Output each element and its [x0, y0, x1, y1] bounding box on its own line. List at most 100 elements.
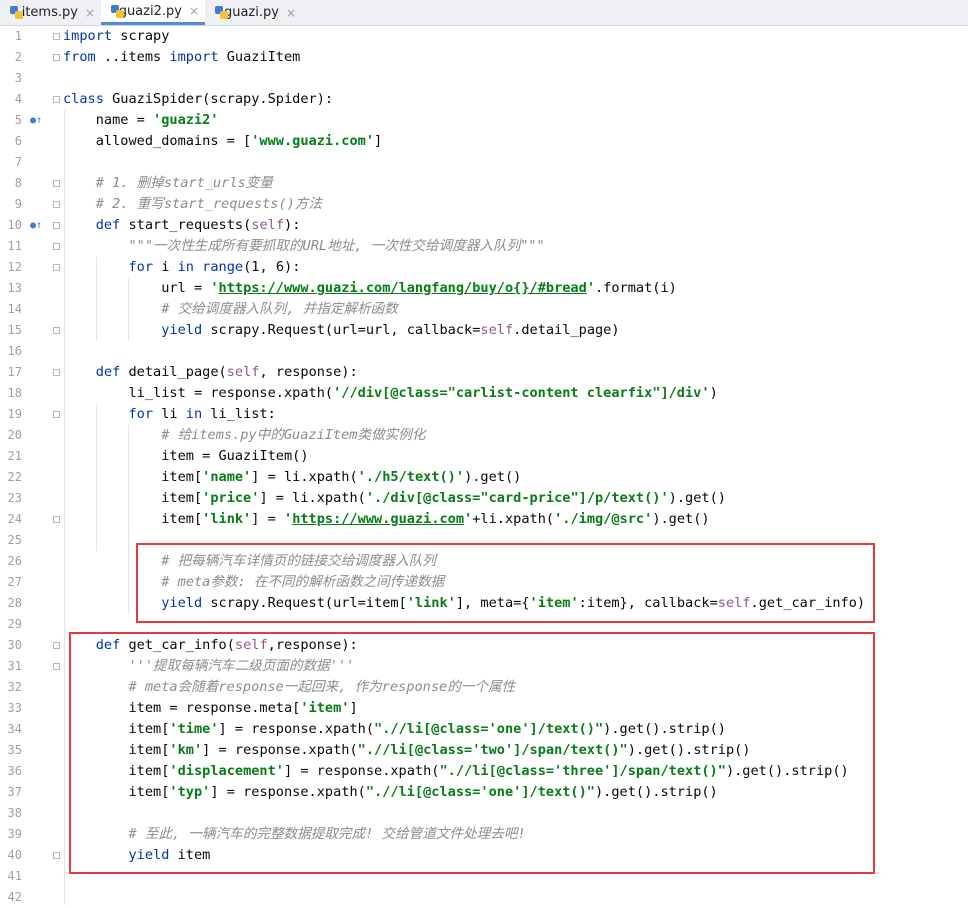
code-token: in [177, 259, 203, 275]
code-line[interactable]: item['link'] = 'https://www.guazi.com'+l… [63, 509, 709, 530]
code-token: li [161, 406, 186, 422]
code-token: self [251, 217, 285, 233]
code-line[interactable]: allowed_domains = ['www.guazi.com'] [63, 131, 382, 152]
line-number: 11 [7, 239, 22, 253]
code-token: for [128, 406, 162, 422]
code-token: item[ [63, 511, 203, 527]
code-line[interactable]: url = 'https://www.guazi.com/langfang/bu… [63, 278, 677, 299]
code-token: detail_page( [128, 364, 227, 380]
code-line[interactable]: # 给items.py中的GuaziItem类做实例化 [63, 425, 425, 446]
line-number: 19 [7, 407, 22, 421]
line-number: 8 [14, 176, 22, 190]
line-number: 26 [7, 554, 22, 568]
fold-marker-icon[interactable] [53, 54, 60, 61]
code-token: start_requests( [128, 217, 252, 233]
line-number: 33 [7, 701, 22, 715]
highlight-box-request [136, 543, 875, 623]
code-token: ] = li.xpath( [259, 490, 366, 506]
fold-marker-icon[interactable] [53, 852, 60, 859]
code-token: .detail_page) [513, 322, 620, 338]
code-token: self [480, 322, 514, 338]
fold-marker-icon[interactable] [53, 33, 60, 40]
code-line[interactable]: yield scrapy.Request(url=url, callback=s… [63, 320, 620, 341]
fold-marker-icon[interactable] [53, 180, 60, 187]
line-number: 6 [14, 134, 22, 148]
code-line[interactable]: class GuaziSpider(scrapy.Spider): [63, 89, 333, 110]
code-token: # 给items.py中的GuaziItem类做实例化 [63, 427, 426, 443]
code-token: './h5/text()' [357, 469, 465, 485]
code-token: './div[@class="card-price"]/p/text()' [365, 490, 669, 506]
line-number: 28 [7, 596, 22, 610]
code-token: for [128, 259, 162, 275]
fold-marker-icon[interactable] [53, 369, 60, 376]
code-line[interactable]: from ..items import GuaziItem [63, 47, 300, 68]
fold-marker-icon[interactable] [53, 411, 60, 418]
fold-marker-icon[interactable] [53, 642, 60, 649]
code-token: ' [210, 280, 219, 296]
tab-label: items.py [21, 5, 78, 20]
fold-marker-icon[interactable] [53, 96, 60, 103]
fold-marker-icon[interactable] [53, 264, 60, 271]
code-token: yield [161, 322, 211, 338]
code-token: from [63, 49, 104, 65]
tab-guazi-py[interactable]: guazi.py × [205, 0, 302, 25]
code-token: li_list: [210, 406, 276, 422]
code-line[interactable]: def detail_page(self, response): [63, 362, 358, 383]
code-line[interactable]: name = 'guazi2' [63, 110, 219, 131]
code-token: # 1. 删掉start_urls变量 [63, 175, 273, 191]
code-line[interactable]: # 2. 重写start_requests()方法 [63, 194, 322, 215]
code-token: item = GuaziItem() [63, 448, 309, 464]
python-file-icon [215, 6, 228, 19]
code-line[interactable]: import scrapy [63, 26, 169, 47]
line-number: 16 [7, 344, 22, 358]
line-number: 27 [7, 575, 22, 589]
close-icon[interactable]: × [286, 6, 296, 20]
tab-label: guazi2.py [118, 3, 182, 19]
code-line[interactable]: for li in li_list: [63, 404, 276, 425]
code-token: https://www.guazi.com/langfang/buy/o{}/#… [218, 280, 587, 296]
code-token: item[ [63, 469, 203, 485]
line-number: 3 [14, 71, 22, 85]
line-number: 30 [7, 638, 22, 652]
code-line[interactable]: # 1. 删掉start_urls变量 [63, 173, 273, 194]
line-number: 15 [7, 323, 22, 337]
override-marker-icon[interactable]: ●↑ [30, 215, 42, 236]
code-line[interactable]: for i in range(1, 6): [63, 257, 300, 278]
line-number: 25 [7, 533, 22, 547]
line-number: 10 [7, 218, 22, 232]
fold-marker-icon[interactable] [53, 201, 60, 208]
line-number: 32 [7, 680, 22, 694]
fold-marker-icon[interactable] [53, 222, 60, 229]
fold-marker-icon[interactable] [53, 663, 60, 670]
code-line[interactable]: def start_requests(self): [63, 215, 301, 236]
fold-marker-icon[interactable] [53, 243, 60, 250]
code-token: li_list = response.xpath( [63, 385, 334, 401]
code-line[interactable]: item['name'] = li.xpath('./h5/text()').g… [63, 467, 521, 488]
line-number: 1 [14, 29, 22, 43]
code-token: https://www.guazi.com [292, 511, 465, 527]
line-number: 13 [7, 281, 22, 295]
code-line[interactable]: """一次性生成所有要抓取的URL地址, 一次性交给调度器入队列""" [63, 236, 544, 257]
close-icon[interactable]: × [85, 6, 95, 20]
line-number: 7 [14, 155, 22, 169]
fold-marker-icon[interactable] [53, 327, 60, 334]
code-token: './img/@src' [554, 511, 653, 527]
close-icon[interactable]: × [189, 4, 199, 18]
line-number: 4 [14, 92, 22, 106]
tab-guazi2-py[interactable]: guazi2.py × [101, 0, 205, 25]
code-token: ] = [251, 511, 284, 527]
code-line[interactable]: li_list = response.xpath('//div[@class="… [63, 383, 717, 404]
override-marker-icon[interactable]: ●↑ [30, 110, 42, 131]
line-number: 31 [7, 659, 22, 673]
fold-marker-icon[interactable] [53, 516, 60, 523]
tab-items-py[interactable]: items.py × [0, 0, 101, 25]
code-token: def [95, 217, 129, 233]
code-token: ] = li.xpath( [251, 469, 358, 485]
code-line[interactable]: item['price'] = li.xpath('./div[@class="… [63, 488, 726, 509]
code-line[interactable]: item = GuaziItem() [63, 446, 309, 467]
code-token: GuaziSpider(scrapy.Spider): [112, 91, 334, 107]
code-line[interactable]: # 交给调度器入队列, 并指定解析函数 [63, 299, 398, 320]
tab-label: guazi.py [223, 5, 279, 20]
line-number: 17 [7, 365, 22, 379]
